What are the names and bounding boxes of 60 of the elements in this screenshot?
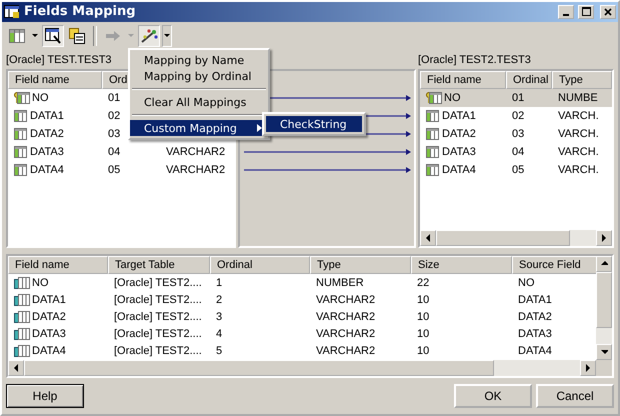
table-cell: 10 [417, 310, 430, 322]
table-cell: 03 [108, 128, 120, 140]
table-cell: [Oracle] TEST2.... [114, 310, 202, 322]
table-cell: DATA4 [518, 344, 552, 356]
table-cell: NO [32, 92, 48, 104]
table-cell: [Oracle] TEST2.... [114, 328, 202, 340]
table-cell: 2 [216, 294, 222, 306]
table-cell: VARCHAR2 [316, 344, 376, 356]
table-cell: 3 [216, 310, 222, 322]
table-cell: DATA3 [32, 328, 66, 340]
table-cell: DATA1 [30, 110, 64, 122]
table-cell: VARCH. [558, 110, 599, 122]
table-cell: DATA4 [32, 344, 66, 356]
table-cell: VARCHAR2 [166, 146, 226, 158]
table-cell: 4 [216, 328, 222, 340]
table-cell: 5 [216, 344, 222, 356]
table-cell: 02 [108, 110, 120, 122]
table-cell: [Oracle] TEST2.... [114, 276, 202, 288]
table-cell: 05 [512, 164, 524, 176]
window-title: Fields Mapping [24, 4, 137, 20]
table-cell: 22 [417, 276, 430, 288]
table-cell: VARCHAR2 [166, 164, 226, 176]
table-cell: 03 [512, 128, 524, 140]
table-cell: NUMBER [316, 276, 364, 288]
table-cell: DATA2 [30, 128, 64, 140]
table-cell: 04 [108, 146, 120, 158]
table-cell: DATA4 [30, 164, 64, 176]
table-cell: 05 [108, 164, 120, 176]
source-table-label: [Oracle] TEST.TEST3 [6, 53, 112, 68]
table-cell: NO [444, 92, 460, 104]
table-cell: DATA3 [442, 146, 476, 158]
table-cell: NO [518, 276, 534, 288]
table-cell: [Oracle] TEST2.... [114, 294, 202, 306]
table-cell: 02 [512, 110, 524, 122]
table-cell: DATA1 [32, 294, 66, 306]
table-cell: DATA3 [30, 146, 64, 158]
table-cell: VARCH. [558, 146, 599, 158]
table-cell: NUMBE [558, 92, 598, 104]
table-cell: 01 [512, 92, 524, 104]
table-cell: DATA2 [518, 310, 552, 322]
table-cell: VARCHAR2 [316, 310, 376, 322]
table-cell: DATA4 [442, 164, 476, 176]
table-cell: VARCHAR2 [316, 328, 376, 340]
target-table-label: [Oracle] TEST2.TEST3 [418, 53, 531, 68]
table-cell: 10 [417, 328, 430, 340]
table-cell: [Oracle] TEST2.... [114, 344, 202, 356]
table-cell: DATA2 [32, 310, 66, 322]
table-cell: DATA3 [518, 328, 552, 340]
table-cell: 1 [216, 276, 222, 288]
table-cell: VARCH. [558, 128, 599, 140]
table-cell: 10 [417, 344, 430, 356]
table-cell: DATA1 [442, 110, 476, 122]
table-cell: DATA1 [518, 294, 552, 306]
table-cell: 04 [512, 146, 524, 158]
table-cell: 10 [417, 294, 430, 306]
table-cell: NO [32, 276, 48, 288]
table-cell: 01 [108, 92, 120, 104]
table-cell: VARCH. [558, 164, 599, 176]
table-cell: VARCHAR2 [316, 294, 376, 306]
table-cell: DATA2 [442, 128, 476, 140]
